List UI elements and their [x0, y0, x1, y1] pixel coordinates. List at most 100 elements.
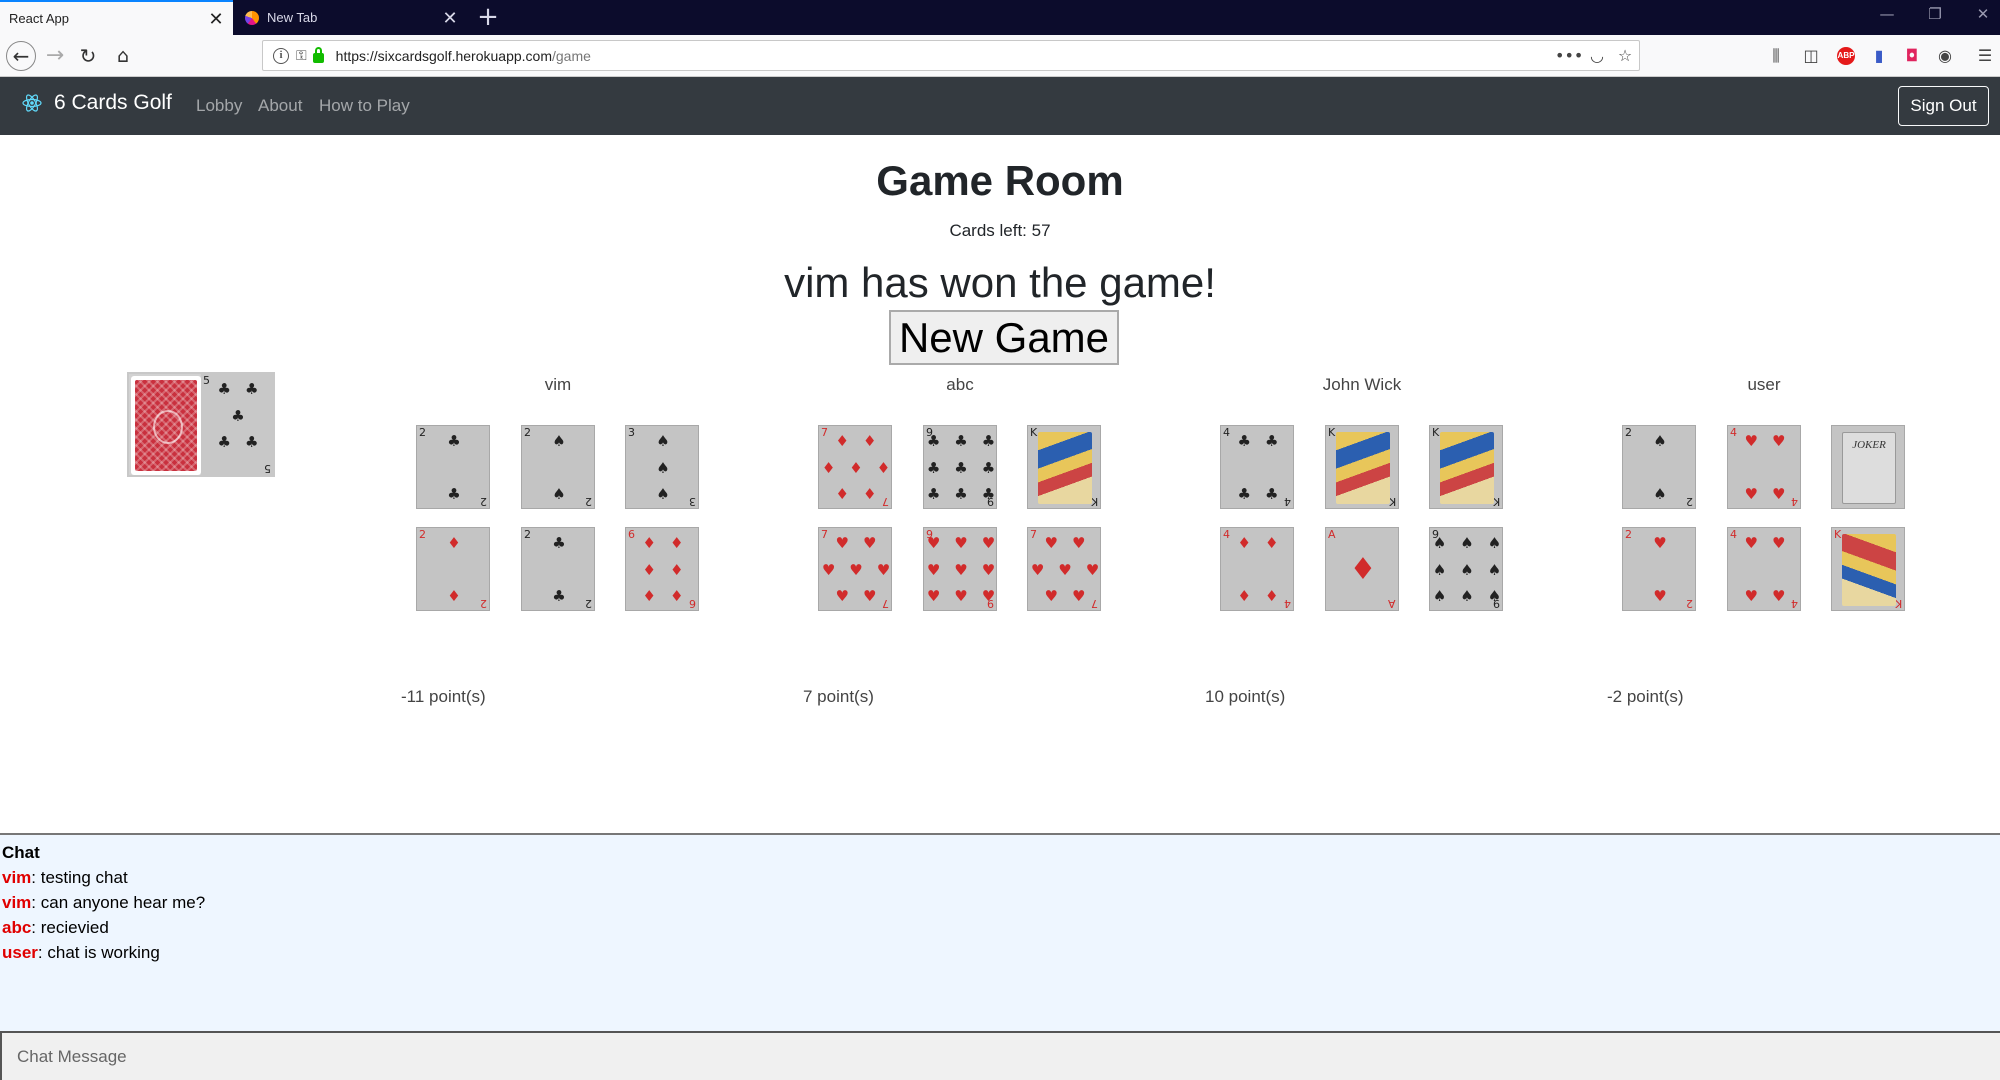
suit-pip: ♠	[656, 485, 670, 503]
suit-pip: ♠	[1653, 432, 1667, 450]
suit-pip: ♠	[1432, 534, 1447, 552]
pip-row: ♥ ♥	[1045, 589, 1086, 604]
chat-message: user: chat is working	[2, 943, 160, 963]
card-pips: ♣ ♣ ♣ ♣	[1233, 434, 1283, 502]
playing-card[interactable]: 2 2 ♠ ♠	[1622, 425, 1696, 509]
playing-card[interactable]: 4 4 ♥ ♥ ♥ ♥	[1727, 527, 1801, 611]
chat-message: abc: recievied	[2, 918, 109, 938]
playing-card[interactable]: 2 2 ♦ ♦	[416, 527, 490, 611]
suit-pip: ♣	[231, 406, 245, 425]
chat-text: : recievied	[31, 918, 109, 937]
forward-icon[interactable]: →	[40, 41, 70, 71]
pip-row: ♥ ♥	[1745, 536, 1786, 551]
card-rank: 2	[1625, 426, 1632, 439]
nav-how-to-play[interactable]: How to Play	[319, 96, 410, 116]
suit-pip: ♣	[926, 485, 941, 503]
playing-card[interactable]: KK	[1027, 425, 1101, 509]
library-icon[interactable]: ⫼	[1765, 46, 1787, 66]
playing-card[interactable]: 7 7 ♦ ♦ ♦ ♦ ♦ ♦ ♦	[818, 425, 892, 509]
playing-card[interactable]: 9 9 ♥ ♥ ♥ ♥ ♥ ♥ ♥ ♥ ♥	[923, 527, 997, 611]
joker-card[interactable]: JOKER	[1831, 425, 1905, 509]
card-pips: ♦ ♦	[429, 536, 479, 604]
playing-card[interactable]: 7 7 ♥ ♥ ♥ ♥ ♥ ♥ ♥	[1027, 527, 1101, 611]
card-pips: ♣ ♣ ♣ ♣ ♣ ♣ ♣ ♣ ♣	[927, 434, 995, 502]
playing-card[interactable]: 2 2 ♣ ♣	[416, 425, 490, 509]
reload-icon[interactable]: ↻	[73, 41, 103, 71]
key-icon[interactable]: ⚿	[296, 48, 307, 64]
sign-out-button[interactable]: Sign Out	[1898, 86, 1989, 126]
playing-card[interactable]: 4 4 ♦ ♦ ♦ ♦	[1220, 527, 1294, 611]
suit-pip: ♣	[552, 534, 566, 552]
playing-card[interactable]: 5 5 ♣ ♣ ♣ ♣ ♣	[201, 374, 273, 475]
restore-icon[interactable]: ❐	[1920, 5, 1950, 23]
close-tab-icon[interactable]: ✕	[205, 10, 227, 28]
menu-icon[interactable]: ☰	[1974, 46, 1996, 66]
suit-pip: ♣	[981, 485, 996, 503]
pip-row: ♠	[656, 460, 669, 476]
lock-icon[interactable]	[312, 47, 324, 63]
bookmark-star-icon[interactable]: ☆	[1611, 46, 1639, 65]
draw-pile[interactable]	[131, 376, 201, 475]
url-bar[interactable]: i ⚿ https://sixcardsgolf.herokuapp.com/g…	[262, 40, 1640, 71]
card-rank-bottom: 4	[1284, 597, 1291, 610]
playing-card[interactable]: KK	[1429, 425, 1503, 509]
url-text[interactable]: https://sixcardsgolf.herokuapp.com/game	[336, 48, 1555, 64]
pip-row: ♣ ♣ ♣	[927, 460, 995, 476]
suit-pip: ♦	[670, 587, 684, 605]
adblock-icon[interactable]: ABP	[1837, 47, 1855, 65]
playing-card[interactable]: 9 9 ♣ ♣ ♣ ♣ ♣ ♣ ♣ ♣ ♣	[923, 425, 997, 509]
card-pips: ♣ ♣	[429, 434, 479, 502]
nav-lobby[interactable]: Lobby	[196, 96, 242, 116]
minimize-icon[interactable]: —	[1872, 5, 1902, 23]
playing-card[interactable]: 3 3 ♠ ♠ ♠	[625, 425, 699, 509]
tab-new-tab[interactable]: New Tab ✕	[233, 0, 467, 35]
suit-pip: ♥	[821, 560, 836, 579]
new-tab-icon[interactable]: +	[474, 2, 502, 32]
account-icon[interactable]: ◉	[1934, 46, 1956, 66]
sidebar-icon[interactable]: ◫	[1800, 46, 1822, 66]
playing-card[interactable]: 7 7 ♥ ♥ ♥ ♥ ♥ ♥ ♥	[818, 527, 892, 611]
pip-row: ♦ ♦	[643, 562, 684, 578]
suit-pip: ♥	[926, 587, 941, 605]
playing-card[interactable]: 4 4 ♣ ♣ ♣ ♣	[1220, 425, 1294, 509]
playing-card[interactable]: KK	[1831, 527, 1905, 611]
close-tab-icon[interactable]: ✕	[439, 9, 461, 27]
url-path: /game	[552, 47, 591, 64]
pocket-icon[interactable]: ◡	[1583, 46, 1611, 65]
pip-row: ♣ ♣ ♣	[927, 487, 995, 502]
new-game-button[interactable]: New Game	[889, 310, 1119, 365]
window-close-icon[interactable]: ✕	[1968, 5, 1998, 23]
playing-card[interactable]: 2 2 ♥ ♥	[1622, 527, 1696, 611]
tab-react-app[interactable]: React App ✕	[0, 0, 233, 35]
suit-pip: ♣	[954, 485, 968, 503]
card-pips: ♦	[1338, 536, 1388, 604]
playing-card[interactable]: 2 2 ♠ ♠	[521, 425, 595, 509]
home-icon[interactable]: ⌂	[108, 41, 138, 71]
pip-row: ♥ ♥	[1045, 536, 1086, 551]
suit-pip: ♥	[863, 534, 877, 552]
nav-about[interactable]: About	[258, 96, 302, 116]
playing-card[interactable]: KK	[1325, 425, 1399, 509]
player-points: -11 point(s)	[401, 687, 486, 706]
pip-row: ♦	[1350, 555, 1377, 585]
playing-card[interactable]: 4 4 ♥ ♥ ♥ ♥	[1727, 425, 1801, 509]
card-pips: ♥ ♥	[1635, 536, 1685, 604]
back-icon[interactable]: ←	[6, 41, 36, 71]
playing-card[interactable]: A A ♦	[1325, 527, 1399, 611]
brand-link[interactable]: 6 Cards Golf	[22, 91, 172, 115]
playing-card[interactable]: 9 9 ♠ ♠ ♠ ♠ ♠ ♠ ♠ ♠ ♠	[1429, 527, 1503, 611]
pip-row: ♥ ♥ ♥	[927, 562, 995, 578]
playing-card[interactable]: 2 2 ♣ ♣	[521, 527, 595, 611]
pocket-extension-icon[interactable]: ◘	[1901, 46, 1923, 66]
suit-pip: ♥	[1772, 587, 1786, 605]
info-icon[interactable]: i	[273, 47, 289, 64]
page-actions-icon[interactable]: •••	[1555, 46, 1583, 65]
card-rank: 6	[628, 528, 635, 541]
pip-row: ♦ ♦	[1238, 536, 1279, 551]
playing-card[interactable]: 6 6 ♦ ♦ ♦ ♦ ♦ ♦	[625, 527, 699, 611]
url-domain: https://sixcardsgolf.herokuapp.com	[335, 47, 552, 64]
suit-pip: ♣	[1237, 485, 1251, 503]
chat-message-input[interactable]	[2, 1033, 2000, 1080]
extension-icon[interactable]: ▮	[1868, 46, 1890, 66]
pip-row: ♠	[552, 487, 565, 502]
